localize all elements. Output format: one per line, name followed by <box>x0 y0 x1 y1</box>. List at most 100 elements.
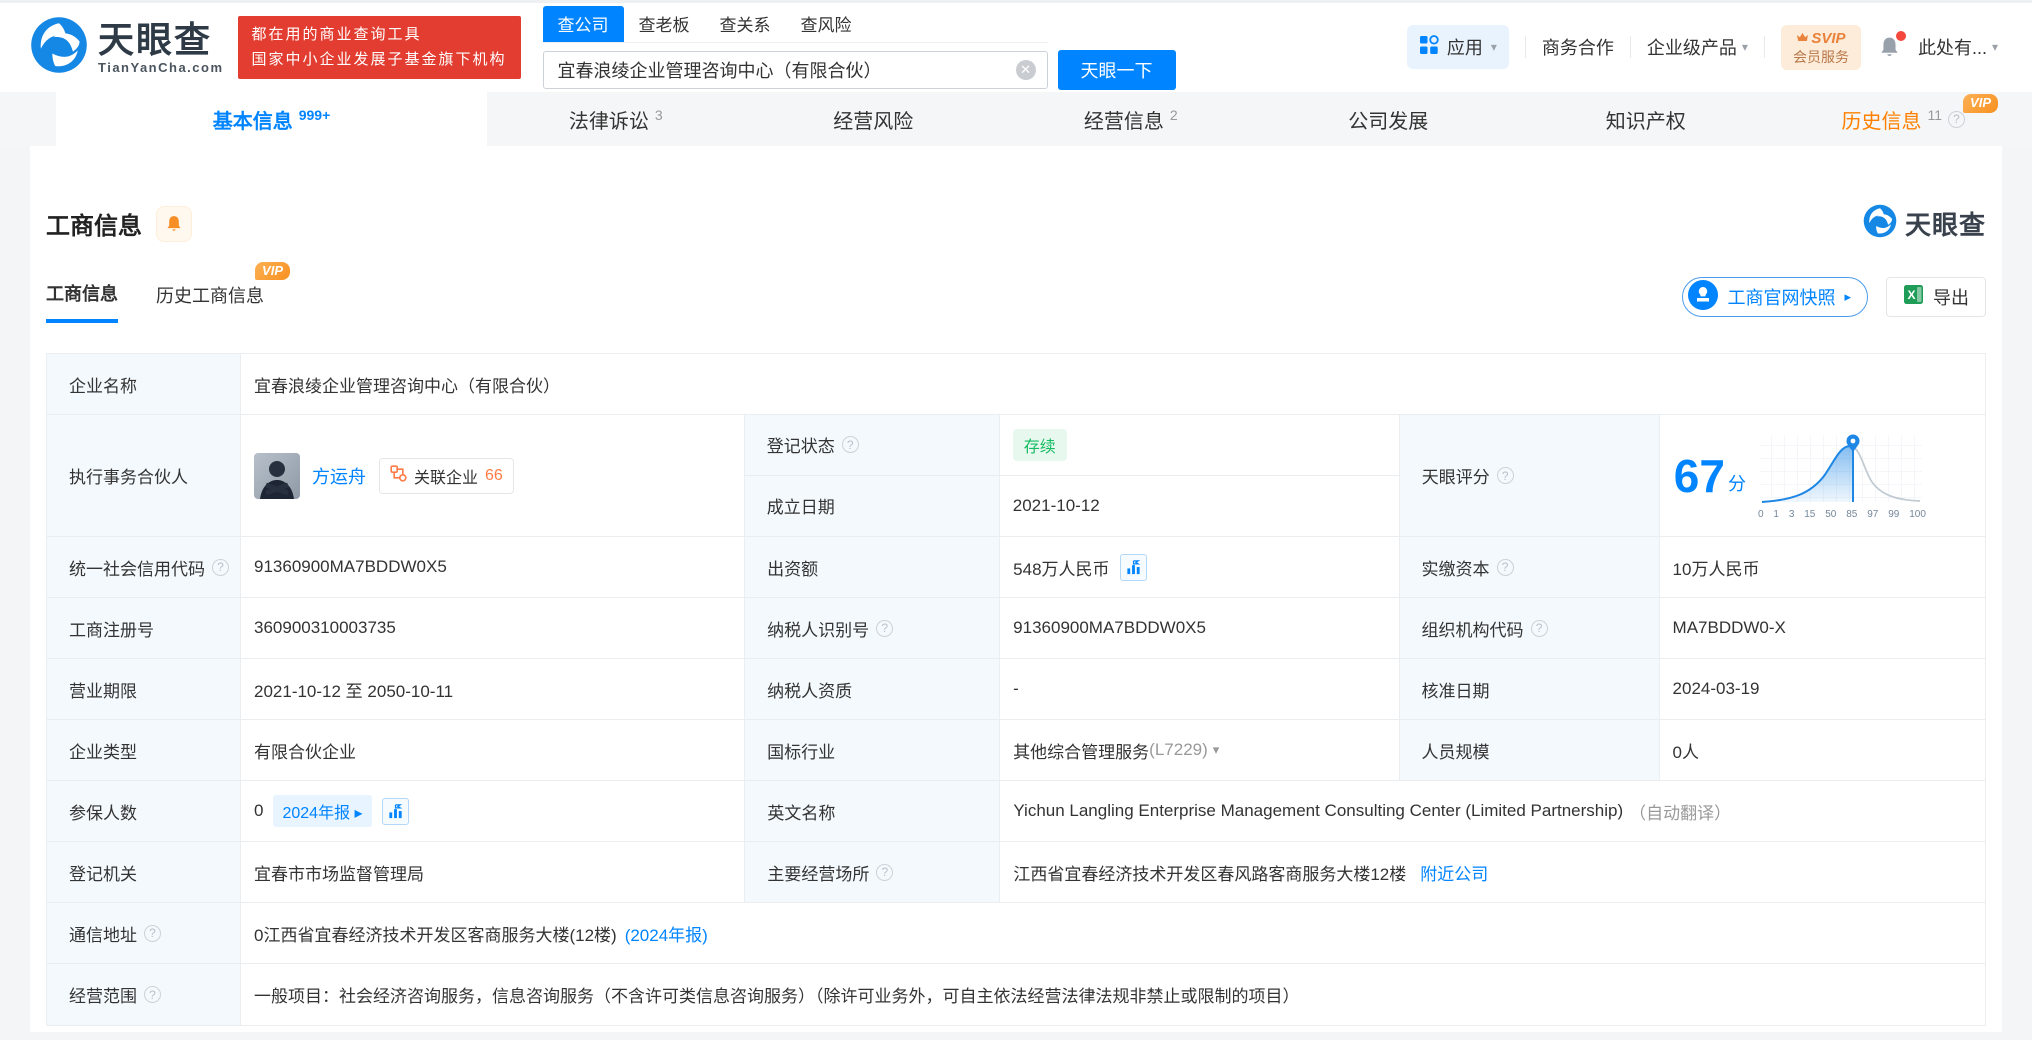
help-icon[interactable]: ? <box>1496 558 1514 576</box>
help-icon[interactable]: ? <box>1496 467 1514 484</box>
brand-domain: TianYanCha.com <box>98 60 224 76</box>
divider <box>1524 36 1526 59</box>
header-right-nav: 应用 ▾ 商务合作 企业级产品 ▾ SVIP 会员服务 此处有... ▾ <box>1406 24 1998 71</box>
related-companies-label: 关联企业 <box>414 469 479 487</box>
help-icon[interactable]: ? <box>876 619 894 637</box>
status-badge: 存续 <box>1012 428 1067 461</box>
official-snapshot-button[interactable]: 工商官网快照 ▸ <box>1682 277 1868 317</box>
search-tab-boss[interactable]: 查老板 <box>624 6 705 42</box>
help-icon[interactable]: ? <box>841 436 859 454</box>
business-scope-value: 一般项目：社会经济咨询服务，信息咨询服务（不含许可类信息咨询服务）（除许可业务外… <box>254 987 1300 1006</box>
score-distribution-chart[interactable]: 0 1 3 15 50 85 97 99 100 <box>1758 432 1926 520</box>
bar-chart-icon <box>388 803 402 818</box>
tab-history-info[interactable]: VIP 历史信息 11 ? <box>1775 92 2032 146</box>
insured-trend-button[interactable] <box>381 797 409 825</box>
help-icon[interactable]: ? <box>1530 619 1548 637</box>
tab-legal-proceedings[interactable]: 法律诉讼 3 <box>487 92 745 146</box>
arrow-right-icon: ▸ <box>1844 289 1851 304</box>
help-icon[interactable]: ? <box>212 558 229 576</box>
search-tab-relation[interactable]: 查关系 <box>705 6 786 42</box>
stamp-icon <box>1688 279 1719 315</box>
promo-banner: 都在用的商业查询工具 国家中小企业发展子基金旗下机构 <box>237 15 521 80</box>
auto-translate-note: （自动翻译） <box>1629 803 1732 823</box>
tianyancha-logo-icon <box>30 16 88 79</box>
help-icon[interactable]: ? <box>144 986 161 1003</box>
table-row: 企业类型 有限合伙企业 国标行业 其他综合管理服务 (L7229) ▾ 人员规模… <box>47 720 1985 781</box>
taxpayer-id-cell: 纳税人识别号 ? <box>745 598 1001 658</box>
help-icon[interactable]: ? <box>1948 110 1966 128</box>
account-name: 此处有... <box>1917 38 1987 59</box>
help-icon[interactable]: ? <box>876 863 894 881</box>
tab-operating-info[interactable]: 经营信息 2 <box>1002 92 1260 146</box>
tab-company-development[interactable]: 公司发展 <box>1260 92 1518 146</box>
org-code-label: 组织机构代码 <box>1421 620 1524 640</box>
annual-report-badge[interactable]: 2024年报 ▸ <box>273 795 372 827</box>
excel-icon: X <box>1903 284 1924 310</box>
business-info-table: 企业名称 宜春浪绫企业管理咨询中心（有限合伙） 执行事务合伙人 方运舟 关联企业… <box>46 353 1986 1026</box>
table-row: 参保人数 0 2024年报 ▸ 英文名称 Yichun Langling Ent… <box>47 781 1985 842</box>
company-name-value: 宜春浪绫企业管理咨询中心（有限合伙） <box>254 376 560 396</box>
partner-name-link[interactable]: 方运舟 <box>312 463 366 489</box>
brand-name: 天眼查 <box>98 18 213 60</box>
account-menu[interactable]: 此处有... ▾ <box>1918 34 1998 60</box>
credit-code-label: 统一社会信用代码 <box>69 559 205 579</box>
registration-authority-value: 宜春市市场监督管理局 <box>241 842 746 902</box>
org-chart-icon <box>390 464 407 487</box>
search-tab-company[interactable]: 查公司 <box>542 5 624 42</box>
nearby-companies-link[interactable]: 附近公司 <box>1420 860 1488 885</box>
registration-status-label: 登记状态 <box>766 437 835 457</box>
tab-basic-info[interactable]: 基本信息 999+ <box>56 92 487 146</box>
business-term-value: 2021-10-12 至 2050-10-11 <box>241 659 746 719</box>
paid-capital-value: 10万人民币 <box>1672 559 1760 579</box>
search-tab-risk[interactable]: 查风险 <box>786 6 867 42</box>
promo-line1: 都在用的商业查询工具 <box>251 25 422 43</box>
bar-chart-icon <box>1126 559 1140 574</box>
svip-member-button[interactable]: SVIP 会员服务 <box>1780 24 1861 71</box>
score-unit: 分 <box>1727 473 1746 494</box>
tab-label: 经营信息 <box>1083 110 1164 133</box>
chevron-down-icon[interactable]: ▾ <box>1213 742 1220 758</box>
table-row: 执行事务合伙人 方运舟 关联企业 66 登记状态 ? 存续 成立日期 2021-… <box>47 415 1985 537</box>
annual-report-link[interactable]: (2024年报) <box>625 921 708 946</box>
tab-label: 知识产权 <box>1605 110 1686 133</box>
business-cooperation-link[interactable]: 商务合作 <box>1542 34 1614 60</box>
industry-name: 其他综合管理服务 <box>1013 742 1150 762</box>
svip-label: SVIP <box>1811 29 1846 47</box>
promo-line2: 国家中小企业发展子基金旗下机构 <box>251 50 507 68</box>
export-label: 导出 <box>1933 288 1969 308</box>
enterprise-products-link[interactable]: 企业级产品 ▾ <box>1647 34 1748 60</box>
tab-operating-risk[interactable]: 经营风险 <box>745 92 1003 146</box>
business-place-value: 江西省宜春经济技术开发区春风路客商服务大楼12楼 附近公司 <box>1000 842 1985 902</box>
crown-icon <box>1796 30 1809 48</box>
partner-avatar[interactable] <box>254 452 300 499</box>
enterprise-products-label: 企业级产品 <box>1646 38 1737 59</box>
clear-search-icon[interactable]: ✕ <box>1015 59 1036 80</box>
paid-capital-cell: 实缴资本 ? <box>1399 537 1660 597</box>
registration-number-label: 工商注册号 <box>47 598 241 658</box>
help-icon[interactable]: ? <box>144 924 161 942</box>
subtab-business-info[interactable]: 工商信息 <box>46 280 118 323</box>
industry-code: (L7229) <box>1149 740 1208 759</box>
tianyancha-logo[interactable]: 天眼查 TianYanCha.com <box>30 16 224 79</box>
capital-trend-button[interactable] <box>1119 553 1147 581</box>
capital-amount: 548万人民币 <box>1013 559 1110 579</box>
export-button[interactable]: X 导出 <box>1886 277 1986 317</box>
tab-intellectual-property[interactable]: 知识产权 <box>1517 92 1775 146</box>
tianyancha-watermark: 天眼查 <box>1863 204 1986 243</box>
related-companies-button[interactable]: 关联企业 66 <box>379 457 514 494</box>
vip-badge: VIP <box>1963 94 1998 113</box>
search-submit-button[interactable]: 天眼一下 <box>1057 49 1176 90</box>
table-row: 经营范围 ? 一般项目：社会经济咨询服务，信息咨询服务（不含许可类信息咨询服务）… <box>47 964 1985 1025</box>
registration-number-value: 360900310003735 <box>241 598 746 658</box>
business-place-label: 主要经营场所 <box>767 864 870 884</box>
tyc-score-label: 天眼评分 <box>1421 468 1490 487</box>
apps-menu-button[interactable]: 应用 ▾ <box>1406 25 1509 70</box>
subscribe-bell-button[interactable] <box>156 205 192 242</box>
search-input[interactable] <box>542 50 1048 89</box>
chevron-down-icon: ▾ <box>1490 40 1497 55</box>
subtab-history-business-info[interactable]: VIP 历史工商信息 <box>156 261 290 321</box>
tab-count: 11 <box>1927 107 1943 123</box>
executive-partner-label: 执行事务合伙人 <box>47 415 241 536</box>
business-term-label: 营业期限 <box>47 659 241 719</box>
notifications-bell-icon[interactable] <box>1877 30 1906 60</box>
